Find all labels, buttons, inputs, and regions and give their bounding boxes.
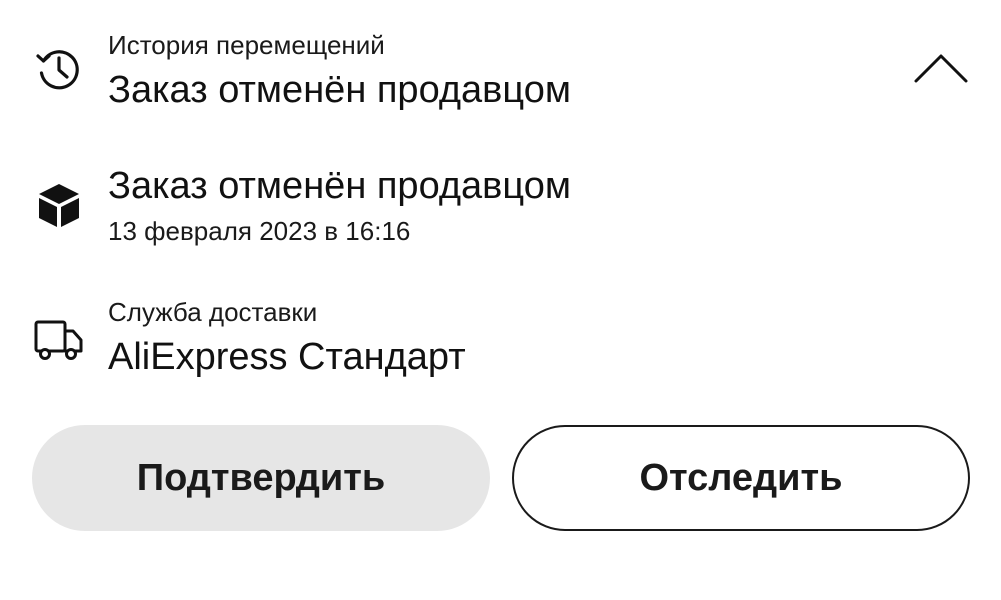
event-title: Заказ отменён продавцом: [108, 165, 571, 207]
track-button[interactable]: Отследить: [512, 425, 970, 531]
history-section[interactable]: История перемещений Заказ отменён продав…: [0, 0, 1001, 130]
confirm-button[interactable]: Подтвердить: [32, 425, 490, 531]
collapse-toggle-button[interactable]: [909, 46, 973, 94]
package-box-icon: [32, 178, 86, 232]
chevron-up-icon: [913, 52, 969, 89]
event-date: 13 февраля 2023 в 16:16: [108, 216, 411, 246]
history-status: Заказ отменён продавцом: [108, 69, 571, 111]
delivery-service-name: AliExpress Стандарт: [108, 336, 466, 378]
delivery-service: Служба доставки AliExpress Стандарт: [0, 285, 1001, 395]
tracking-event: Заказ отменён продавцом 13 февраля 2023 …: [0, 150, 1001, 260]
history-label: История перемещений: [108, 30, 385, 60]
history-clock-icon: [32, 42, 86, 96]
delivery-truck-icon: [32, 313, 86, 367]
delivery-label: Служба доставки: [108, 297, 318, 327]
